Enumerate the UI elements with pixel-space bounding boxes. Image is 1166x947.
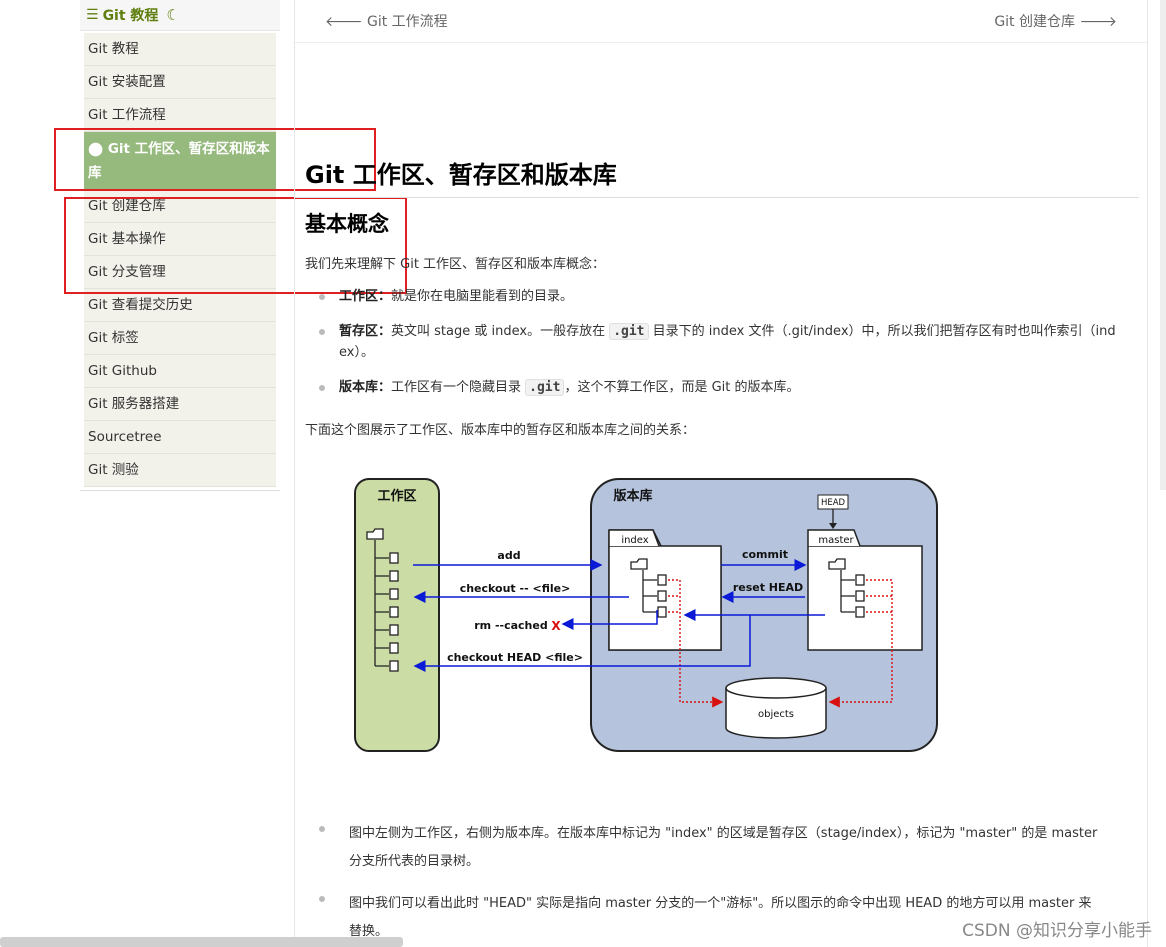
cmd-checkout-file: checkout -- <file>: [460, 582, 571, 595]
index-label: index: [621, 535, 648, 546]
cmd-commit: commit: [742, 548, 788, 561]
cmd-add: add: [497, 549, 520, 562]
moon-icon[interactable]: ☾: [166, 6, 179, 24]
sidebar-item[interactable]: Git 教程: [84, 33, 276, 66]
bullet-text: 英文叫 stage 或 index。一般存放在: [391, 324, 610, 339]
page-title: Git 工作区、暂存区和版本库: [305, 161, 617, 189]
bullet-text: ，这个不算工作区，而是 Git 的版本库。: [564, 380, 800, 395]
sidebar-divider: [80, 490, 280, 491]
note-text: 图中左侧为工作区，右侧为版本库。在版本库中标记为 "index" 的区域是暂存区…: [349, 826, 1098, 841]
prev-label: Git 工作流程: [367, 14, 448, 30]
git-diagram: 工作区 版本库 HEAD index master objects add ch…: [354, 478, 938, 752]
note-text: 分支所代表的目录树。: [349, 854, 480, 869]
sidebar-item[interactable]: Sourcetree: [84, 421, 276, 454]
cmd-rm-cached: rm --cached: [474, 619, 547, 632]
bullet-text: 目录下的 index 文件（.git/index）中，所以我们把暂存区有时也叫作…: [648, 324, 1116, 339]
bullet-dot: [319, 294, 325, 300]
head-label: HEAD: [821, 498, 846, 508]
x-mark: X: [551, 619, 561, 633]
sidebar-item[interactable]: Git 标签: [84, 322, 276, 355]
inline-code: .git: [609, 323, 649, 340]
watermark: CSDN @知识分享小能手: [962, 921, 1152, 941]
sidebar-item[interactable]: Git 服务器搭建: [84, 388, 276, 421]
sidebar-title: Git 教程: [102, 8, 159, 24]
bullet-dot: [319, 896, 325, 902]
cmd-reset-head: reset HEAD: [733, 581, 803, 594]
bullet-term: 工作区：: [339, 289, 392, 304]
next-link[interactable]: Git 创建仓库 🡒: [994, 11, 1117, 31]
bullet-text: ex）。: [339, 345, 374, 360]
objects-label: objects: [758, 709, 794, 720]
bullet-term: 暂存区：: [339, 324, 392, 339]
diagram-intro: 下面这个图展示了工作区、版本库中的暂存区和版本库之间的关系：: [305, 423, 696, 438]
bullet-text: 就是你在电脑里能看到的目录。: [391, 289, 574, 304]
next-label: Git 创建仓库: [994, 14, 1075, 30]
vertical-scrollbar[interactable]: [1160, 0, 1166, 490]
objects-cylinder: objects: [725, 677, 827, 739]
section-title: 基本概念: [305, 212, 389, 236]
arrow-right-icon: 🡒: [1075, 14, 1117, 30]
master-label: master: [818, 535, 854, 546]
bullet-item: 版本库：工作区有一个隐藏目录 .git ，这个不算工作区，而是 Git 的版本库。: [339, 377, 1139, 398]
sidebar-item[interactable]: Git 安装配置: [84, 66, 276, 99]
list-icon: ☰: [86, 7, 99, 23]
bullet-term: 版本库：: [339, 380, 392, 395]
page-nav: 🡐 Git 工作流程 Git 创建仓库 🡒: [295, 0, 1147, 43]
bullet-dot: [319, 329, 325, 335]
prev-link[interactable]: 🡐 Git 工作流程: [325, 11, 448, 31]
bullet-item: 暂存区：英文叫 stage 或 index。一般存放在 .git 目录下的 in…: [339, 321, 1139, 363]
note-text: 图中我们可以看出此时 "HEAD" 实际是指向 master 分支的一个"游标"…: [349, 896, 1092, 911]
bullet-item: 工作区：就是你在电脑里能看到的目录。: [339, 286, 1139, 307]
sidebar-item[interactable]: Git 测验: [84, 454, 276, 487]
bullet-text: 工作区有一个隐藏目录: [391, 380, 526, 395]
main-content: 🡐 Git 工作流程 Git 创建仓库 🡒 Git 工作区、暂存区和版本库 基本…: [294, 0, 1148, 947]
arrow-left-icon: 🡐: [325, 14, 367, 30]
note-item: 图中左侧为工作区，右侧为版本库。在版本库中标记为 "index" 的区域是暂存区…: [349, 820, 1149, 876]
repo-label: 版本库: [613, 488, 652, 504]
sidebar-item[interactable]: Git Github: [84, 355, 276, 388]
workspace-label: 工作区: [377, 488, 416, 504]
cmd-checkout-head: checkout HEAD <file>: [447, 651, 583, 664]
bullet-dot: [319, 826, 325, 832]
title-divider: [295, 197, 1139, 198]
horizontal-scrollbar[interactable]: [0, 937, 403, 947]
intro-text: 我们先来理解下 Git 工作区、暂存区和版本库概念：: [305, 257, 606, 272]
sidebar-header: ☰ Git 教程 ☾: [80, 0, 280, 31]
inline-code: .git: [525, 379, 565, 396]
bullet-dot: [319, 385, 325, 391]
